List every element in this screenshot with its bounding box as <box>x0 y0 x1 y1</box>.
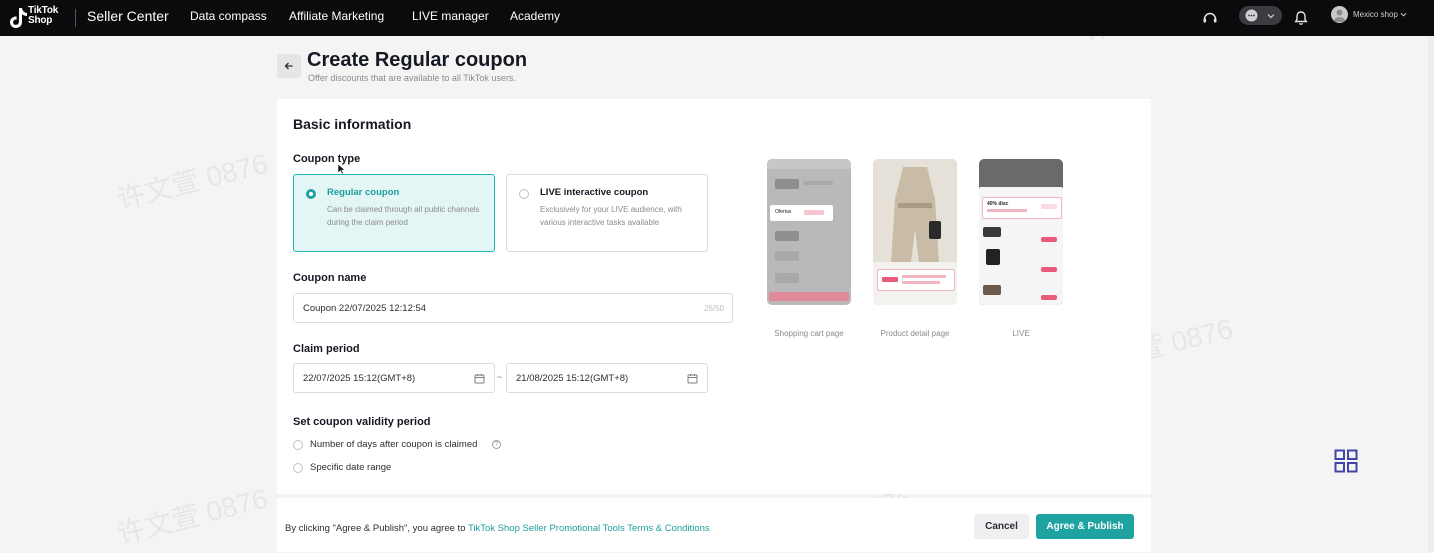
arrow-left-icon <box>284 62 293 70</box>
validity-option-specific-date-range[interactable]: Specific date range <box>293 462 413 476</box>
page-subtitle: Offer discounts that are available to al… <box>308 73 516 83</box>
nav-affiliate-marketing[interactable]: Affiliate Marketing <box>289 9 384 23</box>
date-range-separator: ~ <box>497 372 503 382</box>
chevron-down-icon <box>1400 13 1407 17</box>
nav-data-compass[interactable]: Data compass <box>190 9 267 23</box>
live-coupon-banner: 40% disc <box>982 197 1062 219</box>
live-banner-text: 40% disc <box>987 201 1009 207</box>
calendar-icon <box>474 374 485 384</box>
headset-icon[interactable] <box>1199 7 1221 29</box>
terms-link[interactable]: TikTok Shop Seller Promotional Tools Ter… <box>468 523 710 534</box>
radio-days-after-claim[interactable] <box>293 440 303 450</box>
preview-caption: Shopping cart page <box>774 329 844 338</box>
claim-end-value: 21/08/2025 15:12(GMT+8) <box>516 373 629 384</box>
help-icon[interactable]: ? <box>492 440 501 449</box>
agreement-text: By clicking "Agree & Publish", you agree… <box>285 523 710 534</box>
preview-caption: Product detail page <box>880 329 950 338</box>
seller-center-title: Seller Center <box>87 8 169 24</box>
validity-option-label: Specific date range <box>310 462 392 473</box>
radio-live-coupon[interactable] <box>519 189 529 199</box>
coupon-type-label: Coupon type <box>293 153 361 165</box>
agreement-prefix: By clicking "Agree & Publish", you agree… <box>285 523 466 534</box>
claim-start-value: 22/07/2025 15:12(GMT+8) <box>303 373 416 384</box>
shopping-cart-preview: Ofertas <box>767 159 851 305</box>
coupon-name-input[interactable]: Coupon 22/07/2025 12:12:54 26/50 <box>293 293 733 323</box>
coupon-type-title: Regular coupon <box>327 187 400 198</box>
validity-period-label: Set coupon validity period <box>293 416 431 428</box>
watermark: 许文萱 0876 <box>113 482 271 551</box>
coupon-type-title: LIVE interactive coupon <box>540 187 649 198</box>
nav-academy[interactable]: Academy <box>510 9 560 23</box>
tiktok-shop-logo[interactable]: TikTok Shop <box>8 4 68 32</box>
nav-live-manager[interactable]: LIVE manager <box>412 9 489 23</box>
topbar-divider <box>75 9 76 27</box>
logo-text: TikTok Shop <box>28 6 58 26</box>
shop-switcher[interactable]: Mexico shop <box>1353 10 1407 19</box>
coupon-type-regular[interactable]: Regular coupon Can be claimed through al… <box>293 174 495 252</box>
cart-offer-banner: Ofertas <box>770 205 833 221</box>
coupon-type-live-interactive[interactable]: LIVE interactive coupon Exclusively for … <box>506 174 708 252</box>
back-button[interactable] <box>277 54 301 78</box>
product-coupon-banner <box>877 269 955 291</box>
live-preview: 40% disc <box>979 159 1063 305</box>
page-title: Create Regular coupon <box>307 49 528 71</box>
top-navigation-bar: TikTok Shop Seller Center Data compass A… <box>0 0 1434 36</box>
page-scrollbar[interactable] <box>1428 36 1434 552</box>
agree-publish-button[interactable]: Agree & Publish <box>1036 514 1134 539</box>
coupon-name-label: Coupon name <box>293 272 367 284</box>
avatar[interactable] <box>1331 6 1348 23</box>
product-detail-preview <box>873 159 957 305</box>
calendar-icon <box>687 374 698 384</box>
claim-period-label: Claim period <box>293 343 360 355</box>
cart-offer-badge: Ofertas <box>775 209 792 215</box>
bell-icon[interactable] <box>1290 7 1312 29</box>
coupon-type-desc: Can be claimed through all public channe… <box>327 205 480 227</box>
claim-end-date-input[interactable]: 21/08/2025 15:12(GMT+8) <box>506 363 708 393</box>
logo-line-2: Shop <box>28 15 53 26</box>
chat-dropdown[interactable] <box>1239 6 1282 25</box>
shop-name: Mexico shop <box>1353 10 1398 19</box>
tiktok-note-icon <box>10 8 27 28</box>
coupon-name-value: Coupon 22/07/2025 12:12:54 <box>303 303 427 314</box>
section-title: Basic information <box>293 116 412 132</box>
watermark: 许文萱 0876 <box>113 147 271 216</box>
claim-start-date-input[interactable]: 22/07/2025 15:12(GMT+8) <box>293 363 495 393</box>
chevron-down-icon <box>1267 14 1275 19</box>
cancel-button[interactable]: Cancel <box>974 514 1029 539</box>
chat-icon <box>1245 9 1258 22</box>
preview-caption: LIVE <box>1012 329 1030 338</box>
validity-option-label: Number of days after coupon is claimed <box>310 439 478 450</box>
avatar-person-icon <box>1333 9 1346 22</box>
validity-option-days-after-claim[interactable]: Number of days after coupon is claimed ? <box>293 439 508 453</box>
radio-specific-date-range[interactable] <box>293 463 303 473</box>
coupon-type-desc: Exclusively for your LIVE audience, with… <box>540 205 682 227</box>
apps-grid-icon[interactable] <box>1334 449 1358 473</box>
character-counter: 26/50 <box>703 304 724 313</box>
radio-regular-coupon[interactable] <box>306 189 316 199</box>
